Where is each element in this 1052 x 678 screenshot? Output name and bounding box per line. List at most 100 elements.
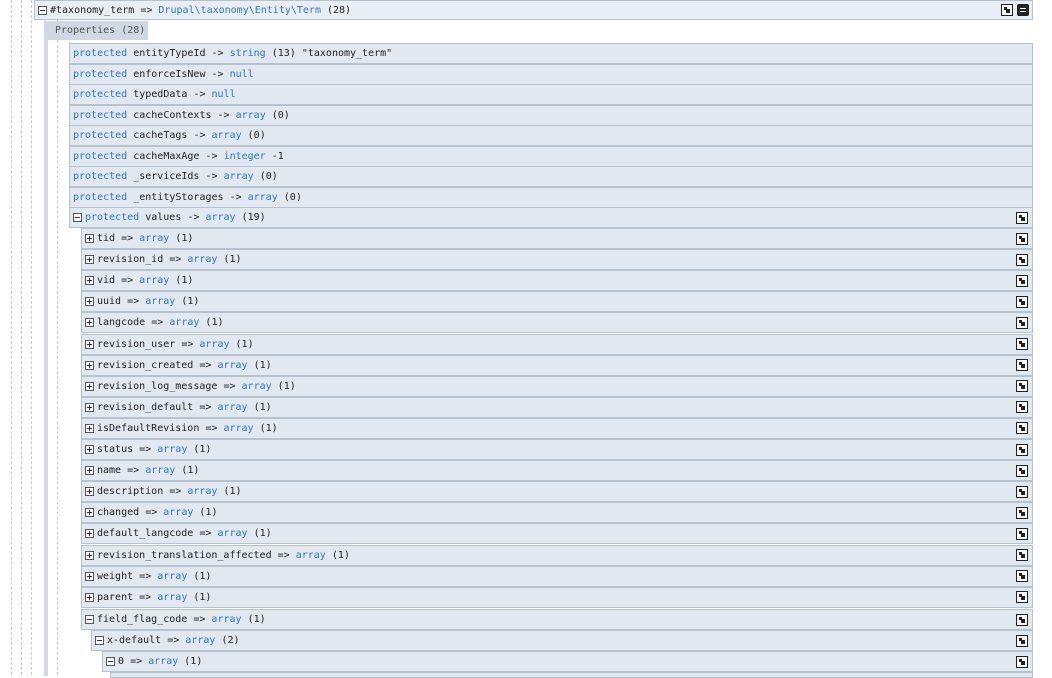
indent-guide (11, 0, 12, 675)
copy-path-icon[interactable] (1016, 634, 1028, 647)
value-item-row[interactable]: revision_created => array (1) (81, 354, 1033, 376)
visibility-keyword: protected (73, 150, 128, 162)
toggle-all-icon[interactable] (1017, 4, 1029, 16)
properties-tab[interactable]: Properties (28) (44, 21, 148, 40)
value-item-row[interactable]: status => array (1) (81, 439, 1033, 460)
value-item-row[interactable]: parent => array (1) (81, 586, 1033, 608)
plus-box-icon[interactable] (85, 423, 94, 433)
plus-box-icon[interactable] (85, 592, 94, 602)
copy-path-icon[interactable] (1016, 613, 1028, 626)
property-row[interactable]: protected cacheContexts -> array (0) (69, 104, 1033, 126)
count: (1) (181, 296, 200, 308)
plus-box-icon[interactable] (85, 402, 94, 412)
copy-path-icon[interactable] (1016, 464, 1028, 477)
value-item-row[interactable]: isDefaultRevision => array (1) (81, 417, 1033, 439)
copy-path-icon[interactable] (1016, 295, 1028, 308)
type-keyword: array (145, 296, 176, 308)
value-item-row[interactable]: revision_default => array (1) (81, 396, 1033, 418)
minus-box-icon[interactable] (95, 636, 104, 645)
copy-path-icon[interactable] (1016, 655, 1028, 668)
copy-path-icon[interactable] (1016, 506, 1028, 519)
property-name: _entityStorages (133, 191, 224, 203)
copy-path-icon[interactable] (1016, 591, 1028, 604)
copy-path-icon[interactable] (1016, 380, 1028, 393)
key-name: revision_translation_affected (97, 549, 272, 561)
value-item-row[interactable]: tid => array (1) (81, 228, 1033, 249)
value-item-row[interactable]: default_langcode => array (1) (81, 523, 1033, 545)
value-item-row[interactable]: description => array (1) (81, 481, 1033, 503)
value-item-row[interactable]: revision_id => array (1) (81, 249, 1033, 271)
copy-path-icon[interactable] (1016, 443, 1028, 456)
count: (1) (205, 317, 224, 329)
type-keyword: array (163, 507, 194, 519)
property-row[interactable]: protected cacheMaxAge -> integer -1 (69, 145, 1033, 167)
minus-box-icon[interactable] (38, 5, 47, 15)
item-zero-row[interactable]: 0 => array (1) (102, 651, 1033, 672)
copy-path-icon[interactable] (1016, 527, 1028, 540)
count: (1) (193, 591, 212, 603)
value-item-row[interactable]: revision_log_message => array (1) (81, 375, 1033, 397)
field-flag-code-row[interactable]: field_flag_code => array (1) (81, 609, 1033, 630)
count: (1) (331, 549, 350, 561)
property-row[interactable]: protected entityTypeId -> string (13) "t… (69, 43, 1033, 64)
copy-path-icon[interactable] (1016, 422, 1028, 435)
count: (1) (253, 528, 272, 540)
property-row[interactable]: protected _serviceIds -> array (0) (69, 166, 1033, 187)
copy-path-icon[interactable] (1016, 338, 1028, 350)
copy-path-icon[interactable] (1016, 359, 1028, 372)
root-arrow: => (140, 4, 153, 16)
type-keyword: array (217, 401, 248, 413)
plus-box-icon[interactable] (85, 550, 94, 560)
copy-path-icon[interactable] (1016, 570, 1028, 583)
visibility-keyword: protected (73, 109, 128, 121)
value-item-row[interactable]: uuid => array (1) (81, 291, 1033, 313)
minus-box-icon[interactable] (73, 213, 82, 222)
arrow: => (130, 656, 143, 667)
plus-box-icon[interactable] (85, 276, 94, 286)
plus-box-icon[interactable] (85, 529, 94, 539)
property-row[interactable]: protected _entityStorages -> array (0) (69, 186, 1033, 208)
plus-box-icon[interactable] (85, 381, 94, 391)
plus-box-icon[interactable] (85, 297, 94, 307)
property-row[interactable]: protected cacheTags -> array (0) (69, 125, 1033, 146)
value-item-row[interactable]: langcode => array (1) (81, 312, 1033, 334)
plus-box-icon[interactable] (85, 318, 94, 328)
type-keyword: array (223, 171, 254, 182)
type-keyword: null (211, 89, 236, 100)
value-item-row[interactable]: vid => array (1) (81, 270, 1033, 292)
plus-box-icon[interactable] (85, 487, 94, 497)
root-object-row[interactable]: #taxonomy_term => Drupal\taxonomy\Entity… (34, 0, 1033, 20)
value-item-row[interactable]: name => array (1) (81, 460, 1033, 482)
plus-box-icon[interactable] (85, 571, 94, 581)
copy-path-icon[interactable] (1016, 316, 1028, 329)
copy-path-icon[interactable] (1016, 549, 1028, 561)
copy-path-icon[interactable] (1016, 401, 1028, 414)
plus-box-icon[interactable] (85, 339, 94, 349)
key-name: field_flag_code (97, 614, 188, 625)
copy-path-icon[interactable] (1016, 485, 1028, 498)
value-item-row[interactable]: weight => array (1) (81, 565, 1033, 587)
plus-box-icon[interactable] (85, 255, 94, 265)
plus-box-icon[interactable] (85, 466, 94, 476)
plus-box-icon[interactable] (85, 508, 94, 518)
copy-path-icon[interactable] (1016, 232, 1028, 245)
value-item-row[interactable]: revision_user => array (1) (81, 333, 1033, 355)
copy-path-icon[interactable] (1016, 211, 1028, 224)
property-name: _serviceIds (133, 171, 200, 182)
minus-box-icon[interactable] (106, 657, 115, 666)
property-row[interactable]: protected typedData -> null (69, 84, 1033, 105)
plus-box-icon[interactable] (85, 234, 94, 243)
copy-path-icon[interactable] (1016, 274, 1028, 287)
visibility-keyword: protected (73, 48, 128, 59)
copy-path-icon[interactable] (1001, 4, 1013, 16)
plus-box-icon[interactable] (85, 360, 94, 370)
value-item-row[interactable]: changed => array (1) (81, 502, 1033, 524)
minus-box-icon[interactable] (85, 615, 94, 624)
arrow: => (139, 444, 152, 455)
copy-path-icon[interactable] (1016, 253, 1028, 266)
plus-box-icon[interactable] (85, 445, 94, 454)
value-item-row[interactable]: revision_translation_affected => array (… (81, 544, 1033, 566)
property-row[interactable]: protected enforceIsNew -> null (69, 63, 1033, 85)
values-row[interactable]: protected values -> array (19) (69, 207, 1033, 228)
x-default-row[interactable]: x-default => array (2) (91, 630, 1033, 651)
